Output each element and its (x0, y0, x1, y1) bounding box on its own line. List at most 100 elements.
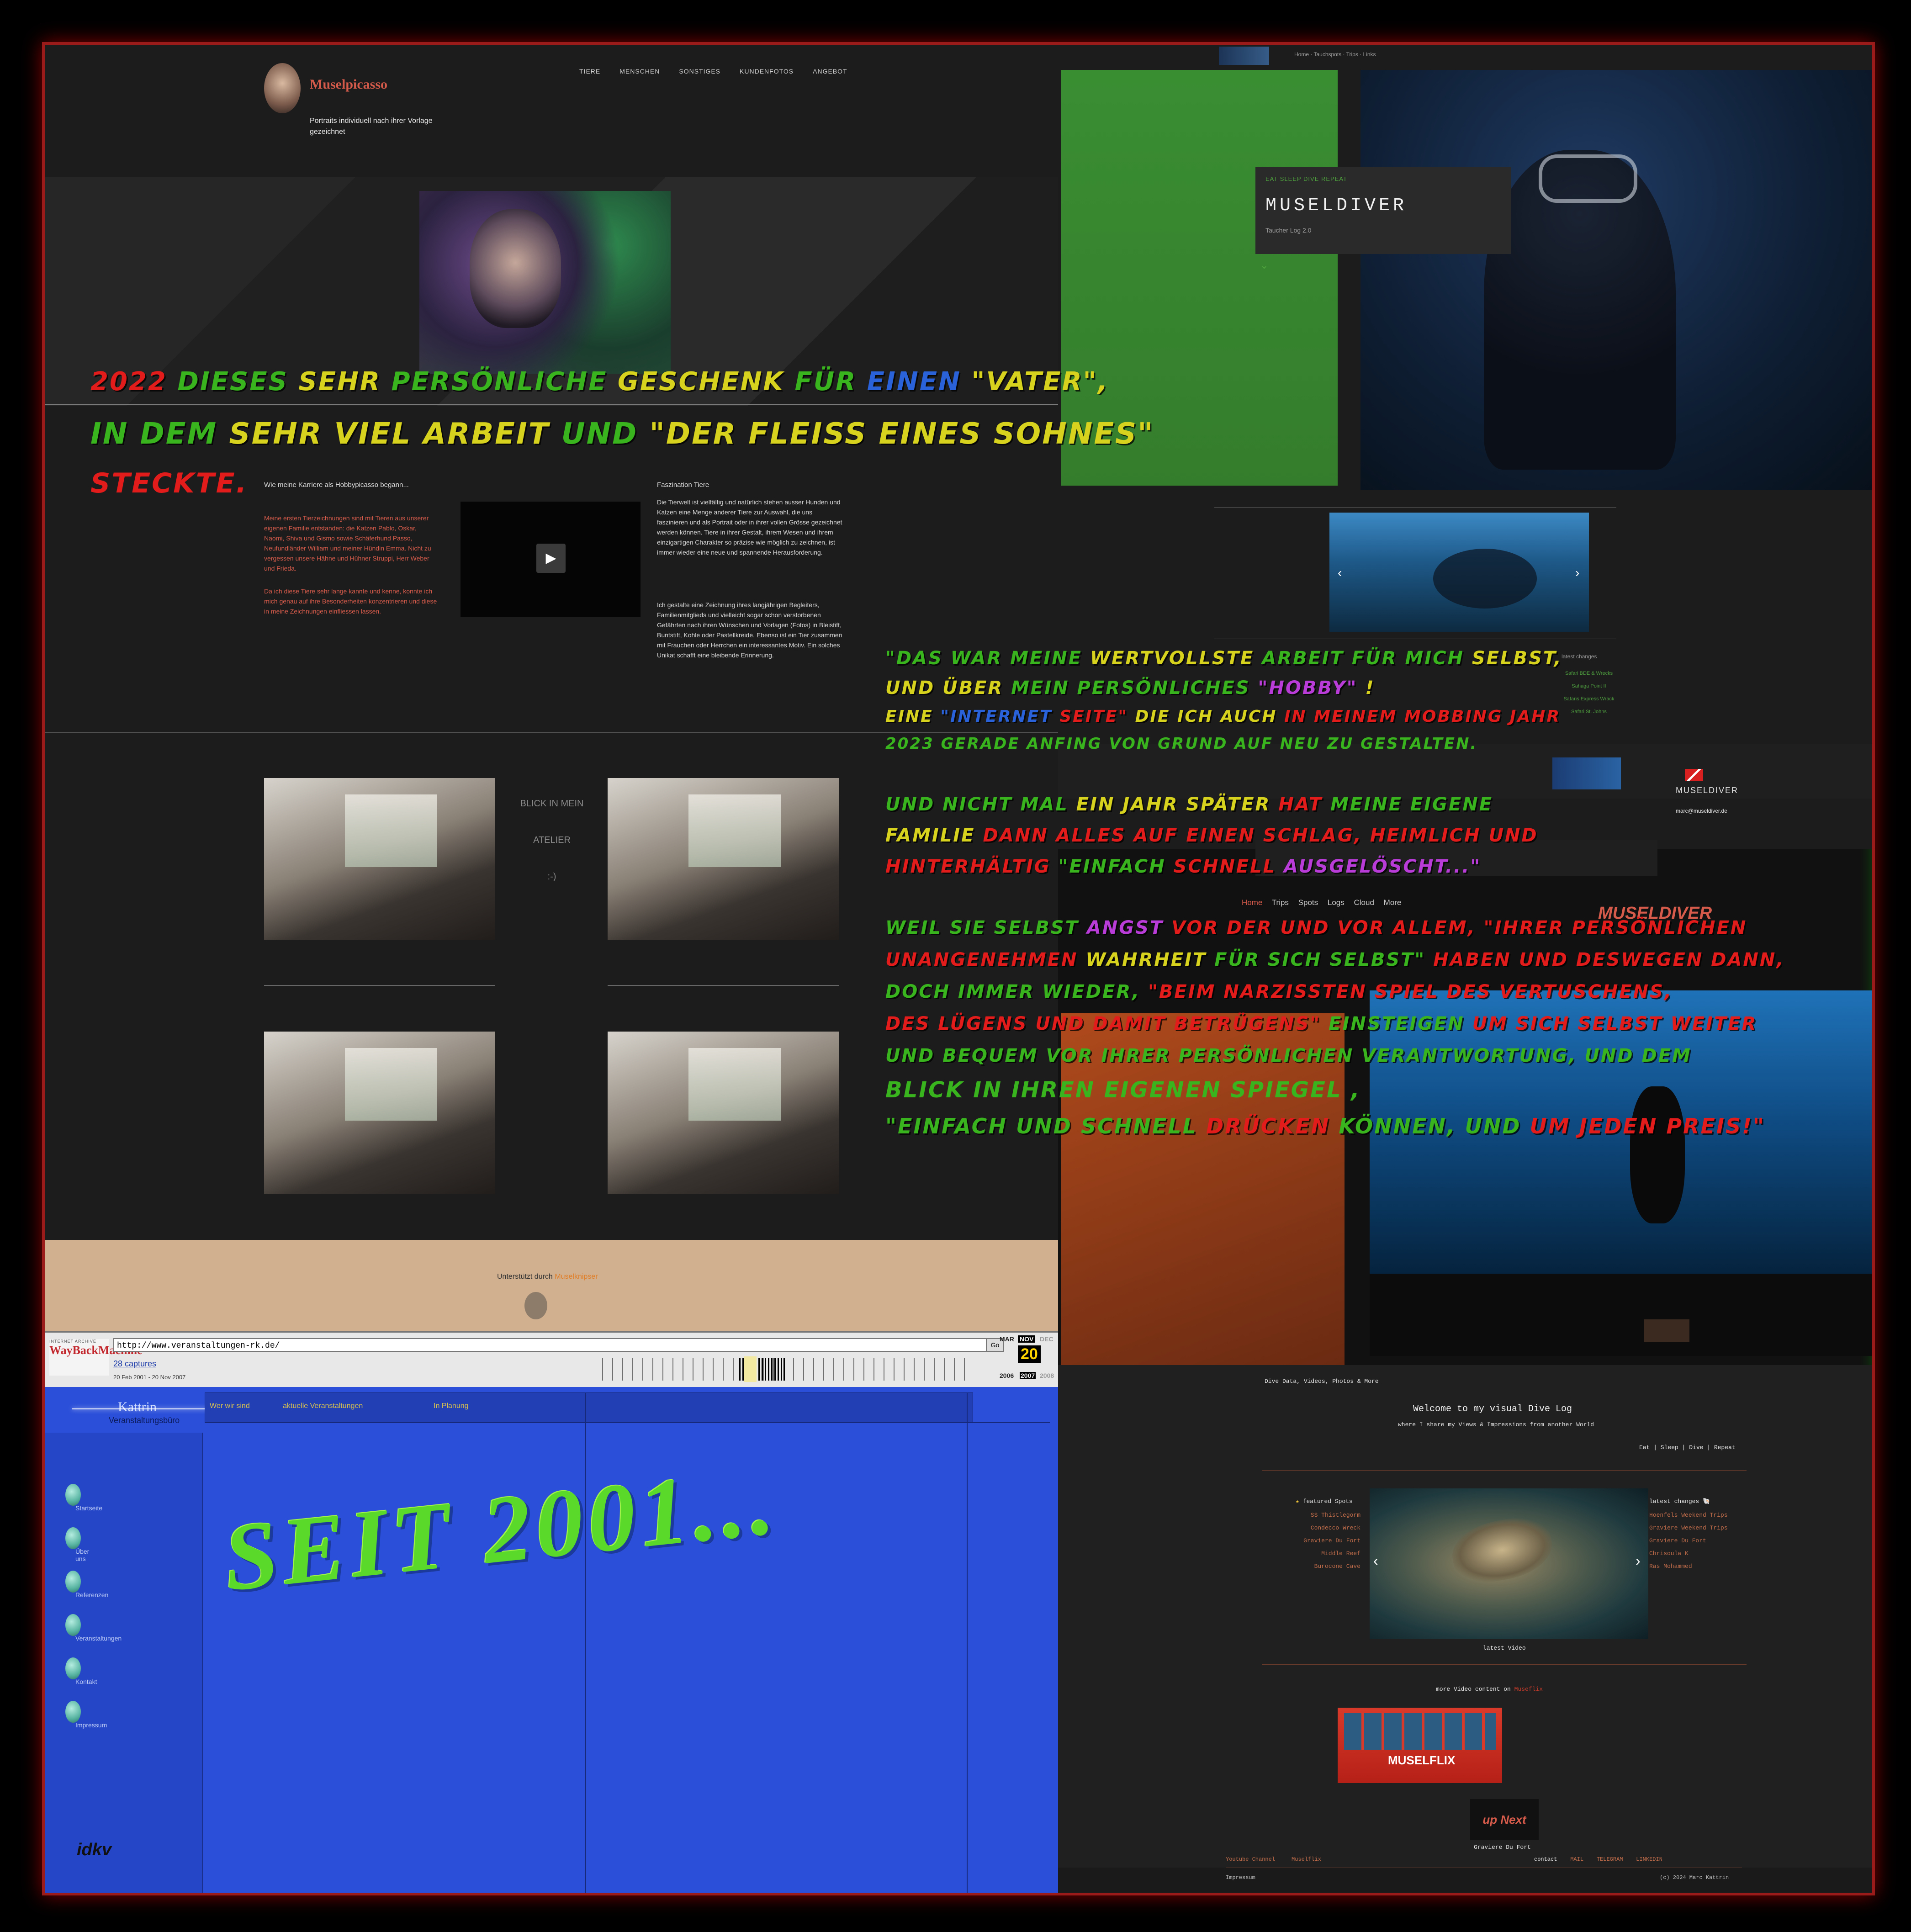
site-brand[interactable]: Muselpicasso (310, 77, 387, 92)
overlay-word: WAHRHEIT (1085, 949, 1207, 970)
column-divider (967, 1392, 968, 1893)
legacy-menu-item[interactable]: Wer wir sind (210, 1402, 250, 1410)
up-next-thumbnail[interactable]: up Next (1470, 1799, 1539, 1840)
nav-item-menschen[interactable]: MENSCHEN (619, 68, 660, 75)
linkedin-link[interactable]: LINKEDIN (1636, 1856, 1662, 1863)
menu-item-home[interactable]: Home (1242, 898, 1262, 907)
featured-item[interactable]: SS Thistlegorm (1292, 1509, 1360, 1522)
atelier-label: BLICK IN MEIN (520, 799, 584, 809)
overlay-line: EINE "INTERNET SEITE" DIE ICH AUCH IN ME… (885, 707, 1561, 726)
menu-item-logs[interactable]: Logs (1328, 898, 1345, 907)
legacy-nav-item[interactable]: Kontakt (75, 1678, 97, 1685)
chevron-left-icon[interactable]: ‹ (1338, 566, 1342, 580)
nav-item-links[interactable]: Links (1363, 51, 1376, 58)
strip-thumbnail[interactable] (1552, 757, 1621, 789)
legacy-nav-item[interactable]: Veranstaltungen (75, 1635, 122, 1642)
bullet-icon[interactable] (65, 1614, 81, 1636)
muselflix-link[interactable]: Muselflix (1292, 1856, 1321, 1863)
menu-bar: Home Trips Spots Logs Cloud More (1242, 898, 1401, 907)
motto: Eat | Sleep | Dive | Repeat (1639, 1444, 1736, 1451)
featured-item[interactable]: Burocone Cave (1292, 1560, 1360, 1573)
email-link[interactable]: marc@museldiver.de (1676, 808, 1727, 814)
diver-mask (1539, 154, 1637, 203)
overlay-word: UND (561, 417, 638, 451)
supported-link[interactable]: Muselknipser (555, 1273, 598, 1281)
legacy-nav-item[interactable]: Impressum (75, 1721, 107, 1729)
legacy-menu-item[interactable]: In Planung (434, 1402, 469, 1410)
featured-item[interactable]: Graviere Du Fort (1292, 1535, 1360, 1547)
bullet-icon[interactable] (65, 1527, 81, 1549)
menu-item-spots[interactable]: Spots (1298, 898, 1318, 907)
mail-link[interactable]: MAIL (1570, 1856, 1583, 1863)
overlay-word: VOR DER UND VOR ALLEM, "IHRER PERSÖNLICH… (1171, 917, 1747, 938)
nav-item-angebot[interactable]: ANGEBOT (813, 68, 847, 75)
youtube-link[interactable]: Youtube Channel (1226, 1856, 1275, 1863)
museflix-banner[interactable]: MUSELFLIX (1338, 1708, 1502, 1783)
year-prev[interactable]: 2006 (1000, 1372, 1014, 1379)
chevron-right-icon[interactable]: › (1636, 1552, 1641, 1569)
menu-item-more[interactable]: More (1384, 898, 1402, 907)
telegram-link[interactable]: TELEGRAM (1597, 1856, 1623, 1863)
legacy-nav-item[interactable]: Referenzen (75, 1591, 108, 1599)
latest-item[interactable]: Graviere Weekend Trips (1649, 1522, 1728, 1535)
latest-change-item[interactable]: Safari St. Johns (1552, 705, 1625, 718)
chevron-down-icon[interactable]: ⌄ (1260, 259, 1268, 271)
nav-item-kundenfotos[interactable]: KUNDENFOTOS (740, 68, 794, 75)
legacy-menu-item[interactable]: aktuelle Veranstaltungen (283, 1402, 363, 1410)
nav-item-trips[interactable]: Trips (1346, 51, 1358, 58)
latest-item[interactable]: Graviere Du Fort (1649, 1535, 1728, 1547)
chevron-left-icon[interactable]: ‹ (1373, 1552, 1378, 1569)
divider (1214, 507, 1616, 508)
latest-change-item[interactable]: Sahaga Point II (1552, 680, 1625, 693)
nav-item-tiere[interactable]: TIERE (579, 68, 600, 75)
idkv-logo[interactable]: idkv (77, 1840, 111, 1860)
overlay-word: "VATER", (971, 367, 1109, 397)
latest-item[interactable]: Hoenfels Weekend Trips (1649, 1509, 1728, 1522)
overlay-word: ! (1365, 678, 1375, 699)
museflix-link[interactable]: Museflix (1514, 1686, 1543, 1693)
brand-title[interactable]: MUSELDIVER (1265, 196, 1407, 216)
nav-item-home[interactable]: Home (1294, 51, 1309, 58)
play-icon[interactable]: ▶ (536, 544, 566, 573)
legacy-logo[interactable]: Kattrin Veranstaltungsbüro (72, 1399, 209, 1427)
month-next: DEC (1040, 1335, 1053, 1343)
reef-carousel[interactable] (1329, 513, 1589, 632)
atelier-photo-4[interactable] (608, 1032, 839, 1194)
month-prev[interactable]: MAR (1000, 1335, 1014, 1343)
latest-change-item[interactable]: Safaris Express Wrack (1552, 693, 1625, 705)
up-next-caption: Graviere Du Fort (1474, 1844, 1531, 1851)
nav-item-sonstiges[interactable]: SONSTIGES (679, 68, 720, 75)
captures-link[interactable]: 28 captures (113, 1359, 156, 1369)
overlay-word: FÜR (794, 367, 857, 397)
latest-item[interactable]: Chrisoula K (1649, 1547, 1728, 1560)
menu-item-cloud[interactable]: Cloud (1354, 898, 1374, 907)
overlay-word: "EINFACH UND SCHNELL (885, 1114, 1197, 1138)
legacy-nav-item[interactable]: Über uns (75, 1548, 89, 1562)
impressum-link[interactable]: Impressum (1226, 1874, 1255, 1881)
url-input[interactable]: http://www.veranstaltungen-rk.de/ (113, 1338, 990, 1352)
bullet-icon[interactable] (65, 1701, 81, 1723)
capture-sparkline[interactable] (602, 1358, 968, 1381)
featured-item[interactable]: Middle Reef (1292, 1547, 1360, 1560)
featured-item[interactable]: Condecco Wreck (1292, 1522, 1360, 1535)
site-thumbnail[interactable] (1219, 47, 1269, 65)
more-video-text: more Video content on (1436, 1686, 1511, 1693)
nav-item-tauchspots[interactable]: Tauchspots (1313, 51, 1341, 58)
legacy-nav-item[interactable]: Startseite (75, 1504, 102, 1512)
overlay-word: "BEIM NARZISSTEN (1148, 981, 1367, 1002)
overlay-line: UNANGENEHMEN WAHRHEIT FÜR SICH SELBST" H… (885, 949, 1785, 970)
small-logo[interactable] (1644, 1319, 1689, 1342)
bullet-icon[interactable] (65, 1484, 81, 1506)
latest-change-item[interactable]: Safari BDE & Wrecks (1552, 667, 1625, 680)
bullet-icon[interactable] (65, 1657, 81, 1679)
site-footer (45, 1240, 1058, 1331)
atelier-photo-1[interactable] (264, 778, 495, 940)
latest-item[interactable]: Ras Mohammed (1649, 1560, 1728, 1573)
bullet-icon[interactable] (65, 1571, 81, 1593)
menu-item-trips[interactable]: Trips (1272, 898, 1289, 907)
atelier-photo-3[interactable] (264, 1032, 495, 1194)
divider (45, 404, 1058, 405)
wayback-logo[interactable]: INTERNET ARCHIVE WayBackMachine (49, 1339, 143, 1376)
atelier-photo-2[interactable] (608, 778, 839, 940)
chevron-right-icon[interactable]: › (1575, 566, 1579, 580)
